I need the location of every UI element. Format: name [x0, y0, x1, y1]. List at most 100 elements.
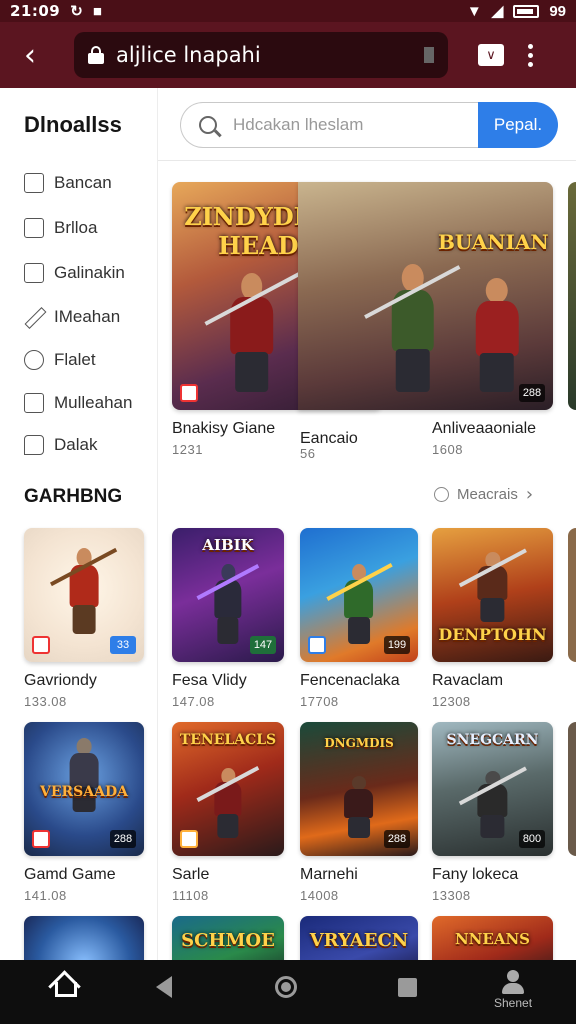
square-icon: [398, 978, 417, 997]
game-title: Fany lokeca: [432, 866, 519, 883]
app-logo-icon: [180, 384, 198, 402]
overflow-menu-icon[interactable]: [526, 43, 534, 67]
hero-figure: [196, 563, 260, 644]
sidebar-item-label: Galinakin: [54, 263, 125, 282]
hero-figure: [196, 766, 260, 838]
rating-badge: 288: [110, 830, 136, 848]
sidebar-item-6[interactable]: Mulleahan: [24, 390, 132, 416]
hero-figure: [459, 278, 536, 392]
art-title: AIBIK: [202, 536, 254, 554]
sidebar-item-2[interactable]: Brlloa: [24, 215, 97, 241]
game-title: Fesa Vlidy: [172, 672, 247, 689]
game-title: Gamd Game: [24, 866, 116, 883]
status-right: ▼ ◢ 99: [466, 2, 566, 21]
hero-figure: [58, 738, 111, 812]
nav-back-button[interactable]: [156, 970, 172, 998]
featured-card-2[interactable]: BUANIAN 288: [298, 182, 553, 410]
game-meta: 17708: [300, 694, 339, 709]
see-more-link[interactable]: Meacrais ›: [434, 484, 533, 505]
art-title: SCHMOE: [181, 930, 275, 951]
lock-icon: [88, 46, 104, 64]
nav-recents-button[interactable]: [398, 970, 417, 997]
tabs-button[interactable]: ∨: [478, 44, 504, 66]
game-meta: 1608: [432, 442, 463, 457]
hero-figure: [364, 264, 461, 392]
address-bar[interactable]: aljlice lnapahi: [74, 32, 448, 78]
sidebar-title: Dlnoallss: [24, 112, 122, 137]
divider: [158, 160, 576, 161]
game-card[interactable]: DENPTOHN Ravaclam 12308: [432, 528, 553, 709]
app-logo-icon: [32, 636, 50, 654]
game-meta: 133.08: [24, 694, 67, 709]
art-title: NNEANS: [454, 930, 531, 948]
image-icon: [24, 263, 44, 283]
gift-icon: [24, 173, 44, 193]
game-thumbnail: 199: [300, 528, 418, 662]
battery-icon: [513, 4, 540, 18]
game-thumbnail: DNGMDIS 288: [300, 722, 418, 856]
search-button[interactable]: Pepal.: [478, 102, 558, 148]
user-icon: [500, 970, 526, 994]
see-more-label: Meacrais: [457, 486, 518, 503]
page-action-icon[interactable]: [424, 47, 434, 63]
game-card[interactable]: VERSAADA 288 Gamd Game 141.08: [24, 722, 144, 903]
game-thumbnail: DENPTOHN: [432, 528, 553, 662]
featured-card-3[interactable]: Anliveaaoniale 1608: [432, 420, 572, 457]
search-field[interactable]: [180, 102, 478, 148]
sidebar-item-5[interactable]: Flalet: [24, 347, 96, 373]
next-card-peek[interactable]: [568, 528, 576, 662]
wifi-icon: ▼: [466, 2, 482, 20]
next-card-peek[interactable]: [568, 722, 576, 856]
nav-home-circle-button[interactable]: [275, 970, 297, 998]
next-card-peek[interactable]: [568, 182, 576, 410]
user-box-icon: [24, 218, 44, 238]
rating-badge: 288: [519, 384, 545, 402]
game-card[interactable]: 33 Gavriondy 133.08: [24, 528, 144, 709]
url-text: aljlice lnapahi: [116, 43, 261, 67]
app-logo-icon: [308, 636, 326, 654]
sidebar-item-4[interactable]: IMeahan: [24, 304, 120, 330]
hero-figure: [333, 776, 385, 838]
hero-figure: [204, 272, 300, 392]
home-button[interactable]: [50, 970, 77, 997]
sidebar-item-1[interactable]: Bancan: [24, 170, 112, 196]
back-icon: [156, 976, 172, 998]
rating-badge: 33: [110, 636, 136, 654]
sidebar-item-3[interactable]: Galinakin: [24, 260, 125, 286]
hero-figure: [325, 562, 393, 644]
game-card[interactable]: TENELACLS Sarle 11108: [172, 722, 284, 903]
section-title: GARHBNG: [24, 486, 123, 507]
art-title: DENPTOHN: [438, 625, 547, 644]
game-meta: 14008: [300, 888, 339, 903]
game-thumbnail: 33: [24, 528, 144, 662]
game-meta: 12308: [432, 694, 471, 709]
sidebar-item-label: Bancan: [54, 173, 112, 192]
app-root: 21:09 ↻ ■ ▼ ◢ 99 ‹ aljlice lnapahi ∨ Dln…: [0, 0, 576, 1024]
game-card[interactable]: SNEGCARN 800 Fany lokeca 13308: [432, 722, 553, 903]
notification-icon: ■: [92, 2, 102, 20]
clock-icon: [434, 487, 449, 502]
bottom-navigation: Shenet: [0, 960, 576, 1024]
back-arrow-icon[interactable]: ‹: [12, 35, 48, 75]
game-title: Marnehi: [300, 866, 358, 883]
sidebar-item-label: Flalet: [54, 350, 96, 369]
sidebar-item-label: Mulleahan: [54, 393, 133, 412]
search-input[interactable]: [233, 115, 463, 135]
game-card[interactable]: 199 Fencenaclaka 17708: [300, 528, 418, 709]
art-title: SNEGCARN: [446, 732, 539, 748]
profile-button[interactable]: Shenet: [494, 970, 532, 1010]
game-card[interactable]: AIBIK 147 Fesa Vlidy 147.08: [172, 528, 284, 709]
chevron-right-icon: ›: [525, 484, 534, 505]
sidebar-item-label: Dalak: [54, 435, 98, 454]
game-meta: 147.08: [172, 694, 215, 709]
game-card[interactable]: DNGMDIS 288 Marnehi 14008: [300, 722, 418, 903]
rating-badge: 199: [384, 636, 410, 654]
game-thumbnail: AIBIK 147: [172, 528, 284, 662]
game-meta: 11108: [172, 888, 209, 903]
home-icon: [50, 970, 77, 997]
game-thumbnail: VERSAADA 288: [24, 722, 144, 856]
smiley-icon: [24, 350, 44, 370]
square-icon: [24, 393, 44, 413]
sidebar-item-7[interactable]: Dalak: [24, 432, 97, 458]
hero-figure: [458, 548, 527, 622]
